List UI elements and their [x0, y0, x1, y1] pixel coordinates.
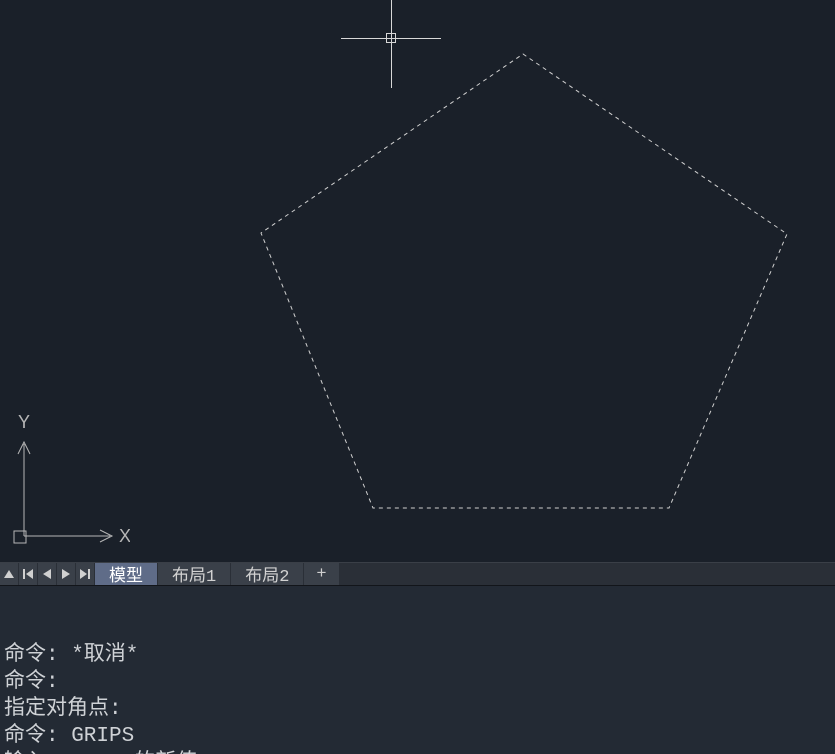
- ucs-y-label: Y: [18, 414, 30, 432]
- tab-add-button[interactable]: +: [304, 563, 339, 585]
- command-line: 命令: *取消*: [4, 642, 831, 669]
- command-line: 命令:: [4, 669, 831, 696]
- command-line: 输入 GRIPS 的新值 <0>:: [4, 750, 831, 754]
- tab-menu-button[interactable]: [0, 563, 19, 585]
- ucs-x-label: X: [119, 526, 130, 546]
- tab-last-button[interactable]: [76, 563, 95, 585]
- command-line: 指定对角点:: [4, 696, 831, 723]
- tab-prev-button[interactable]: [38, 563, 57, 585]
- tab-0[interactable]: 模型: [95, 563, 158, 585]
- command-line: 命令: GRIPS: [4, 723, 831, 750]
- layout-tabstrip: 模型 布局1 布局2 +: [0, 562, 835, 586]
- tab-1[interactable]: 布局1: [158, 563, 231, 585]
- tab-2[interactable]: 布局2: [231, 563, 304, 585]
- tab-label: 布局1: [172, 561, 216, 587]
- tab-first-button[interactable]: [19, 563, 38, 585]
- tab-label: 布局2: [245, 561, 289, 587]
- tab-add-label: +: [316, 565, 326, 584]
- tab-next-button[interactable]: [57, 563, 76, 585]
- command-window[interactable]: 命令: *取消*命令:指定对角点:命令: GRIPS输入 GRIPS 的新值 <…: [0, 586, 835, 754]
- drawing-canvas[interactable]: Y X: [0, 0, 835, 562]
- tab-label: 模型: [109, 561, 143, 587]
- ucs-icon: Y X: [10, 414, 130, 554]
